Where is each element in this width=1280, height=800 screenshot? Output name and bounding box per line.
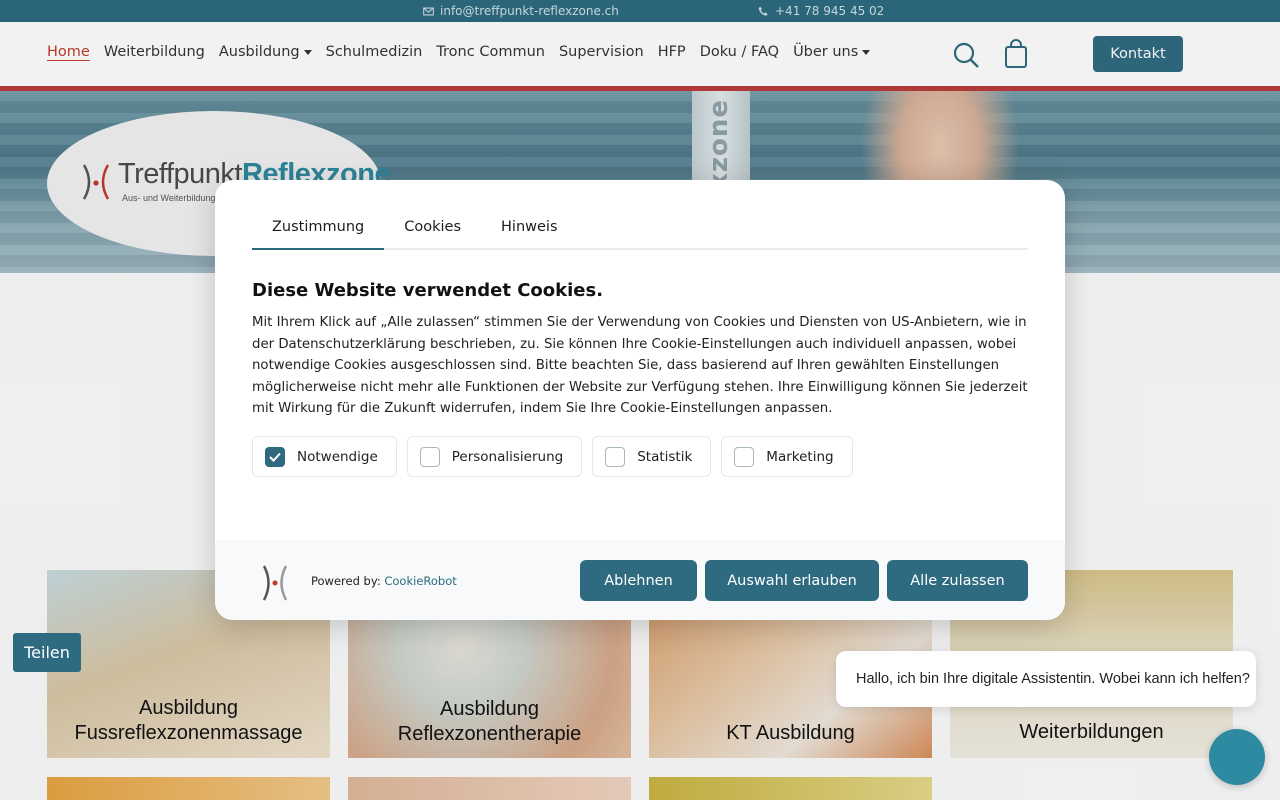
cookie-tabs: Zustimmung Cookies Hinweis — [252, 214, 1028, 250]
cookierobot-link[interactable]: CookieRobot — [384, 574, 456, 588]
tab-cookies[interactable]: Cookies — [384, 214, 481, 250]
chat-greeting-bubble[interactable]: Hallo, ich bin Ihre digitale Assistentin… — [836, 651, 1256, 707]
option-label: Statistik — [637, 448, 693, 465]
checkmark-icon — [269, 452, 281, 462]
cookie-consent-dialog: Zustimmung Cookies Hinweis Diese Website… — [215, 180, 1065, 620]
option-label: Marketing — [766, 448, 834, 465]
checkbox[interactable] — [605, 446, 626, 467]
option-personalisierung[interactable]: Personalisierung — [406, 436, 583, 477]
option-label: Notwendige — [297, 448, 378, 465]
allow-selection-button[interactable]: Auswahl erlauben — [705, 560, 879, 601]
option-statistik[interactable]: Statistik — [592, 436, 712, 477]
cookie-category-options: Notwendige Personalisierung Statistik Ma… — [252, 436, 853, 477]
checkbox[interactable] — [734, 446, 755, 467]
allow-all-button[interactable]: Alle zulassen — [887, 560, 1028, 601]
tab-hinweis[interactable]: Hinweis — [481, 214, 578, 250]
checkbox-checked[interactable] — [265, 446, 285, 467]
option-label: Personalisierung — [451, 448, 564, 465]
checkbox[interactable] — [419, 446, 440, 467]
cookierobot-logo-icon — [262, 565, 288, 601]
cookie-title: Diese Website verwendet Cookies. — [252, 280, 604, 301]
powered-by-label: Powered by: — [311, 574, 381, 588]
share-button[interactable]: Teilen — [13, 633, 81, 672]
cookie-description: Mit Ihrem Klick auf „Alle zulassen“ stim… — [252, 315, 1028, 416]
decline-button[interactable]: Ablehnen — [580, 560, 697, 601]
tab-zustimmung[interactable]: Zustimmung — [252, 214, 385, 250]
chat-launcher-button[interactable] — [1209, 729, 1265, 785]
option-notwendige[interactable]: Notwendige — [252, 436, 397, 477]
option-marketing[interactable]: Marketing — [721, 436, 853, 477]
chat-message: Hallo, ich bin Ihre digitale Assistentin… — [856, 671, 1250, 687]
powered-by: Powered by: CookieRobot — [311, 574, 457, 588]
